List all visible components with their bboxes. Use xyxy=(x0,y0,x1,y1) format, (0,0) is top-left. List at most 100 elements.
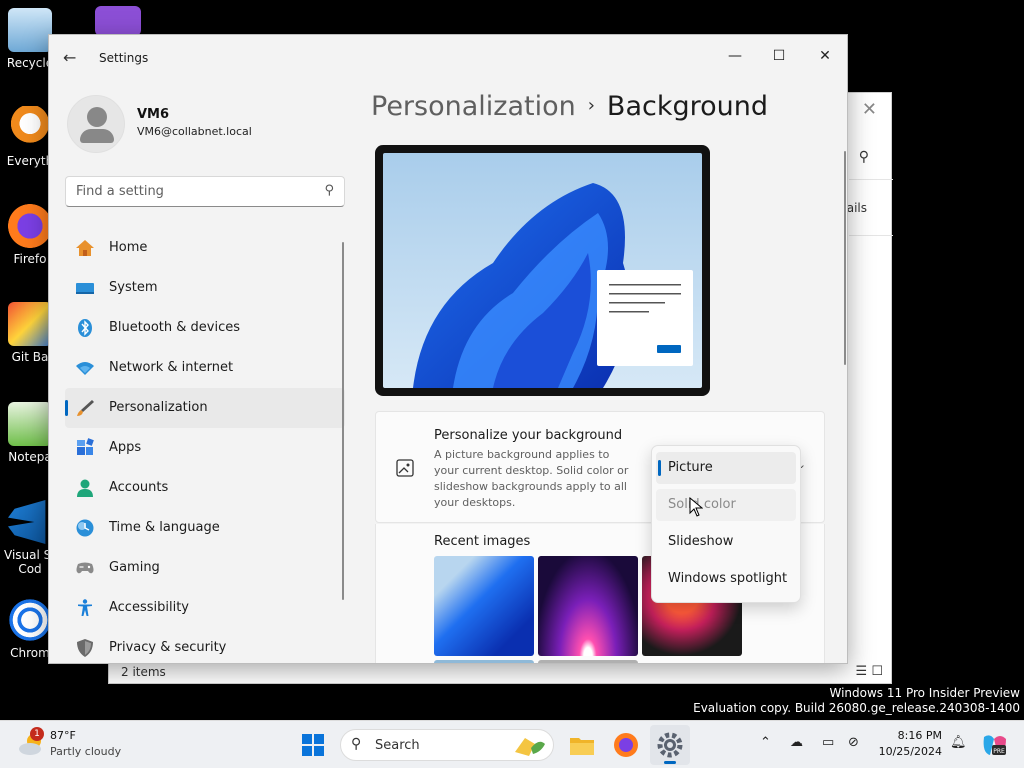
explorer-status-text: 2 items xyxy=(121,665,166,679)
selected-indicator xyxy=(658,460,661,476)
close-button[interactable]: ✕ xyxy=(802,41,847,71)
search-highlight-icon xyxy=(515,738,545,756)
background-preview xyxy=(375,145,710,396)
explorer-details-button[interactable]: ails xyxy=(847,201,867,215)
git-bash-icon xyxy=(8,302,52,346)
globe-clock-icon xyxy=(76,519,94,537)
tiles-view-icon[interactable]: ☐ xyxy=(871,664,883,679)
sidebar-item-bluetooth[interactable]: Bluetooth & devices xyxy=(65,308,345,348)
vscode-icon xyxy=(8,500,46,544)
bloom-wallpaper-image xyxy=(383,153,702,388)
breadcrumb-parent[interactable]: Personalization xyxy=(371,91,576,122)
dropdown-option-picture[interactable]: Picture xyxy=(656,452,796,484)
option-label: Windows spotlight xyxy=(668,571,788,586)
chevron-up-icon[interactable]: ⌃ xyxy=(760,735,771,750)
explorer-view-buttons[interactable]: ☰ ☐ xyxy=(856,664,883,679)
minimize-button[interactable]: — xyxy=(712,41,758,71)
search-icon[interactable]: ⚲ xyxy=(324,183,334,198)
content-scrollbar[interactable] xyxy=(844,151,846,365)
sidebar-item-label: Accessibility xyxy=(109,600,189,615)
dropdown-option-solid-color[interactable]: Solid color xyxy=(656,489,796,521)
avatar[interactable] xyxy=(67,95,125,153)
taskbar-search-label: Search xyxy=(375,738,420,753)
avatar-head-shape xyxy=(87,107,107,127)
option-label: Slideshow xyxy=(668,534,734,549)
everything-search-icon xyxy=(8,106,52,150)
sidebar-item-label: System xyxy=(109,280,158,295)
sidebar-item-home[interactable]: Home xyxy=(65,228,345,268)
network-offline-icon[interactable]: ☁ xyxy=(790,735,803,750)
notification-bell-icon[interactable]: 🔔︎ xyxy=(950,735,967,750)
apps-icon xyxy=(77,438,94,455)
recycle-bin-icon xyxy=(8,8,52,52)
page-title: Background xyxy=(606,91,768,122)
user-name: VM6 xyxy=(137,107,170,122)
sidebar-item-label: Accounts xyxy=(109,480,169,495)
clock-date[interactable]: 10/25/2024 xyxy=(872,745,942,758)
recent-image-5[interactable] xyxy=(538,660,638,663)
sidebar-item-label: Privacy & security xyxy=(109,640,227,655)
sidebar-item-gaming[interactable]: Gaming xyxy=(65,548,345,588)
system-icon xyxy=(76,283,94,294)
dropdown-option-windows-spotlight[interactable]: Windows spotlight xyxy=(656,563,796,595)
details-view-icon[interactable]: ☰ xyxy=(856,664,868,679)
recent-image-4[interactable] xyxy=(434,660,534,663)
firefox-icon[interactable] xyxy=(612,731,640,759)
weather-desc: Partly cloudy xyxy=(50,745,122,758)
clock-time[interactable]: 8:16 PM xyxy=(880,729,942,742)
sidebar-item-label: Network & internet xyxy=(109,360,234,375)
sidebar-item-system[interactable]: System xyxy=(65,268,345,308)
home-icon xyxy=(76,240,94,256)
recent-image-1[interactable] xyxy=(434,556,534,656)
bluetooth-icon xyxy=(78,319,92,337)
sidebar-item-privacy-security[interactable]: Privacy & security xyxy=(65,628,345,663)
recent-images-label: Recent images xyxy=(434,534,531,549)
gamepad-icon xyxy=(76,562,94,574)
background-type-dropdown[interactable]: Picture Solid color Slideshow Windows sp… xyxy=(651,445,801,603)
maximize-button[interactable]: ☐ xyxy=(756,41,802,71)
notepad-icon xyxy=(8,402,52,446)
gear-icon xyxy=(657,732,683,758)
breadcrumb-separator: › xyxy=(587,95,595,116)
sidebar-item-label: Bluetooth & devices xyxy=(109,320,240,335)
copilot-pre-icon[interactable]: PRE xyxy=(980,731,1008,759)
taskbar-search[interactable]: ⚲ Search xyxy=(340,729,554,761)
svg-text:PRE: PRE xyxy=(993,748,1005,755)
weather-temp: 87°F xyxy=(50,729,76,742)
sidebar-item-time-language[interactable]: Time & language xyxy=(65,508,345,548)
sidebar-item-label: Personalization xyxy=(109,400,208,415)
file-explorer-icon[interactable] xyxy=(568,731,596,759)
settings-taskbar-button[interactable] xyxy=(650,725,690,765)
sidebar-item-label: Gaming xyxy=(109,560,160,575)
watermark-line-1: Windows 11 Pro Insider Preview xyxy=(829,686,1020,700)
back-arrow-icon[interactable]: ← xyxy=(63,48,76,67)
picture-icon xyxy=(396,459,414,477)
explorer-search-icon[interactable]: ⚲ xyxy=(859,149,869,165)
selected-indicator xyxy=(65,400,68,416)
dropdown-option-slideshow[interactable]: Slideshow xyxy=(656,526,796,558)
window-title: Settings xyxy=(99,51,149,65)
search-input[interactable] xyxy=(74,183,314,200)
brush-icon xyxy=(77,400,94,416)
sidebar-item-accessibility[interactable]: Accessibility xyxy=(65,588,345,628)
volume-muted-icon[interactable]: ⊘ xyxy=(848,735,859,750)
card-description: A picture background applies to your cur… xyxy=(434,448,629,509)
firefox-icon xyxy=(8,204,52,248)
sidebar-item-personalization[interactable]: Personalization xyxy=(65,388,345,428)
sidebar-scrollbar[interactable] xyxy=(342,242,344,600)
sidebar-item-network[interactable]: Network & internet xyxy=(65,348,345,388)
shield-icon xyxy=(77,639,93,657)
windows-start-icon[interactable] xyxy=(302,734,324,756)
sidebar-item-accounts[interactable]: Accounts xyxy=(65,468,345,508)
find-setting-search[interactable]: ⚲ xyxy=(65,176,345,207)
option-label: Picture xyxy=(668,460,713,475)
avatar-body-shape xyxy=(80,129,114,143)
recent-image-2[interactable] xyxy=(538,556,638,656)
display-icon[interactable]: ▭ xyxy=(822,735,834,750)
user-email: VM6@collabnet.local xyxy=(137,125,252,138)
explorer-close-icon[interactable]: ✕ xyxy=(862,99,877,120)
watermark-line-2: Evaluation copy. Build 26080.ge_release.… xyxy=(693,701,1020,715)
preview-wallpaper xyxy=(383,153,702,388)
sidebar-item-apps[interactable]: Apps xyxy=(65,428,345,468)
taskbar: 1 87°F Partly cloudy ⚲ Search ⌃ ☁ ▭ ⊘ 8:… xyxy=(0,720,1024,768)
